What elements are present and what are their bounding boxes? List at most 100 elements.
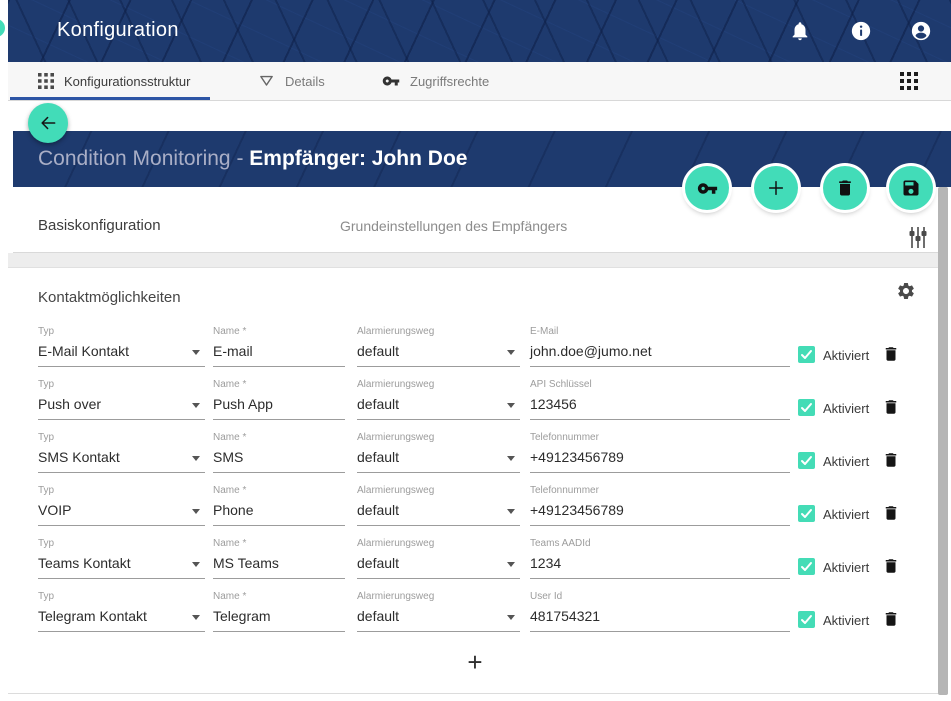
active-tab-underline <box>10 97 210 100</box>
delete-icon[interactable] <box>882 450 900 470</box>
contact-row: Typ Teams Kontakt Name * MS Teams Alarmi… <box>13 537 938 590</box>
field-label: Name * <box>213 379 246 390</box>
field-value: default <box>357 555 399 571</box>
aktiviert-checkbox[interactable] <box>798 399 815 416</box>
delete-button[interactable] <box>823 166 867 210</box>
tune-sliders-icon[interactable] <box>908 227 928 248</box>
typ-select[interactable]: Typ Telegram Kontakt <box>38 590 205 632</box>
field-value: default <box>357 502 399 518</box>
chevron-down-icon <box>192 403 200 408</box>
chevron-down-icon <box>192 615 200 620</box>
edge-fab-partial[interactable] <box>0 19 5 37</box>
tab-label: Konfigurationsstruktur <box>64 74 190 89</box>
add-button[interactable] <box>754 166 798 210</box>
field-value: Telegram <box>213 608 271 624</box>
alarmierungsweg-select[interactable]: Alarmierungsweg default <box>357 325 520 367</box>
field-label: Typ <box>38 379 54 390</box>
field-label: Telefonnummer <box>530 485 599 496</box>
name-input[interactable]: Name * Push App <box>213 378 345 420</box>
field-label: Alarmierungsweg <box>357 379 434 390</box>
divider <box>8 693 948 694</box>
delete-icon[interactable] <box>882 397 900 417</box>
field-value: Telegram Kontakt <box>38 608 147 624</box>
contact-row: Typ Push over Name * Push App Alarmierun… <box>13 378 938 431</box>
settings-gear-icon[interactable] <box>896 281 916 301</box>
chevron-down-icon <box>192 509 200 514</box>
aktiviert-checkbox[interactable] <box>798 558 815 575</box>
apps-grid-icon[interactable] <box>900 72 918 90</box>
field-label: Typ <box>38 538 54 549</box>
chevron-down-icon <box>507 509 515 514</box>
basis-section-title: Basiskonfiguration <box>38 217 161 234</box>
contact-row: Typ E-Mail Kontakt Name * E-mail Alarmie… <box>13 325 938 378</box>
aktiviert-label: Aktiviert <box>823 401 869 416</box>
aktiviert-label: Aktiviert <box>823 560 869 575</box>
section-gap <box>8 253 948 268</box>
contact-value-input[interactable]: Teams AADId 1234 <box>530 537 790 579</box>
field-label: Alarmierungsweg <box>357 432 434 443</box>
delete-icon[interactable] <box>882 344 900 364</box>
scrollbar[interactable] <box>938 187 948 695</box>
field-label: Name * <box>213 591 246 602</box>
field-label: Name * <box>213 326 246 337</box>
access-rights-button[interactable] <box>685 166 729 210</box>
aktiviert-checkbox[interactable] <box>798 452 815 469</box>
field-value: Teams Kontakt <box>38 555 131 571</box>
aktiviert-label: Aktiviert <box>823 348 869 363</box>
info-icon[interactable] <box>850 20 872 42</box>
aktiviert-checkbox[interactable] <box>798 611 815 628</box>
add-contact-button[interactable]: + <box>452 644 498 680</box>
key-icon <box>382 72 400 90</box>
typ-select[interactable]: Typ SMS Kontakt <box>38 431 205 473</box>
bell-icon[interactable] <box>789 20 811 42</box>
contact-value-input[interactable]: Telefonnummer +49123456789 <box>530 431 790 473</box>
page: Konfiguration Konfigurationsstruktur Det… <box>0 0 951 701</box>
field-label: Teams AADId <box>530 538 591 549</box>
page-title: Konfiguration <box>57 19 179 42</box>
tab-zugriffsrechte[interactable]: Zugriffsrechte <box>382 62 489 100</box>
contact-row: Typ VOIP Name * Phone Alarmierungsweg de… <box>13 484 938 537</box>
save-icon <box>901 178 921 198</box>
add-icon <box>765 177 787 199</box>
alarmierungsweg-select[interactable]: Alarmierungsweg default <box>357 378 520 420</box>
title-banner: Condition Monitoring - Empfänger: John D… <box>13 131 951 187</box>
delete-icon[interactable] <box>882 503 900 523</box>
contact-rows: Typ E-Mail Kontakt Name * E-mail Alarmie… <box>13 325 938 643</box>
contacts-section-title: Kontaktmöglichkeiten <box>38 289 181 306</box>
name-input[interactable]: Name * Telegram <box>213 590 345 632</box>
save-button[interactable] <box>889 166 933 210</box>
typ-select[interactable]: Typ E-Mail Kontakt <box>38 325 205 367</box>
aktiviert-checkbox[interactable] <box>798 346 815 363</box>
typ-select[interactable]: Typ Push over <box>38 378 205 420</box>
field-value: SMS <box>213 449 243 465</box>
alarmierungsweg-select[interactable]: Alarmierungsweg default <box>357 431 520 473</box>
tab-details[interactable]: Details <box>258 62 325 100</box>
typ-select[interactable]: Typ VOIP <box>38 484 205 526</box>
name-input[interactable]: Name * MS Teams <box>213 537 345 579</box>
delete-icon[interactable] <box>882 609 900 629</box>
alarmierungsweg-select[interactable]: Alarmierungsweg default <box>357 537 520 579</box>
banner-title-prefix: Condition Monitoring - <box>38 147 249 170</box>
contact-value-input[interactable]: Telefonnummer +49123456789 <box>530 484 790 526</box>
field-value: default <box>357 608 399 624</box>
name-input[interactable]: Name * SMS <box>213 431 345 473</box>
tab-bar: Konfigurationsstruktur Details Zugriffsr… <box>8 62 951 101</box>
field-value: 123456 <box>530 396 577 412</box>
alarmierungsweg-select[interactable]: Alarmierungsweg default <box>357 484 520 526</box>
contact-value-input[interactable]: API Schlüssel 123456 <box>530 378 790 420</box>
typ-select[interactable]: Typ Teams Kontakt <box>38 537 205 579</box>
contact-value-input[interactable]: User Id 481754321 <box>530 590 790 632</box>
alarmierungsweg-select[interactable]: Alarmierungsweg default <box>357 590 520 632</box>
field-label: Typ <box>38 591 54 602</box>
back-button[interactable] <box>28 103 68 143</box>
grid-icon <box>38 73 54 89</box>
tab-konfigurationsstruktur[interactable]: Konfigurationsstruktur <box>38 62 190 100</box>
field-value: Phone <box>213 502 253 518</box>
delete-icon[interactable] <box>882 556 900 576</box>
account-icon[interactable] <box>910 20 932 42</box>
field-label: Typ <box>38 432 54 443</box>
contact-value-input[interactable]: E-Mail john.doe@jumo.net <box>530 325 790 367</box>
name-input[interactable]: Name * E-mail <box>213 325 345 367</box>
aktiviert-checkbox[interactable] <box>798 505 815 522</box>
name-input[interactable]: Name * Phone <box>213 484 345 526</box>
